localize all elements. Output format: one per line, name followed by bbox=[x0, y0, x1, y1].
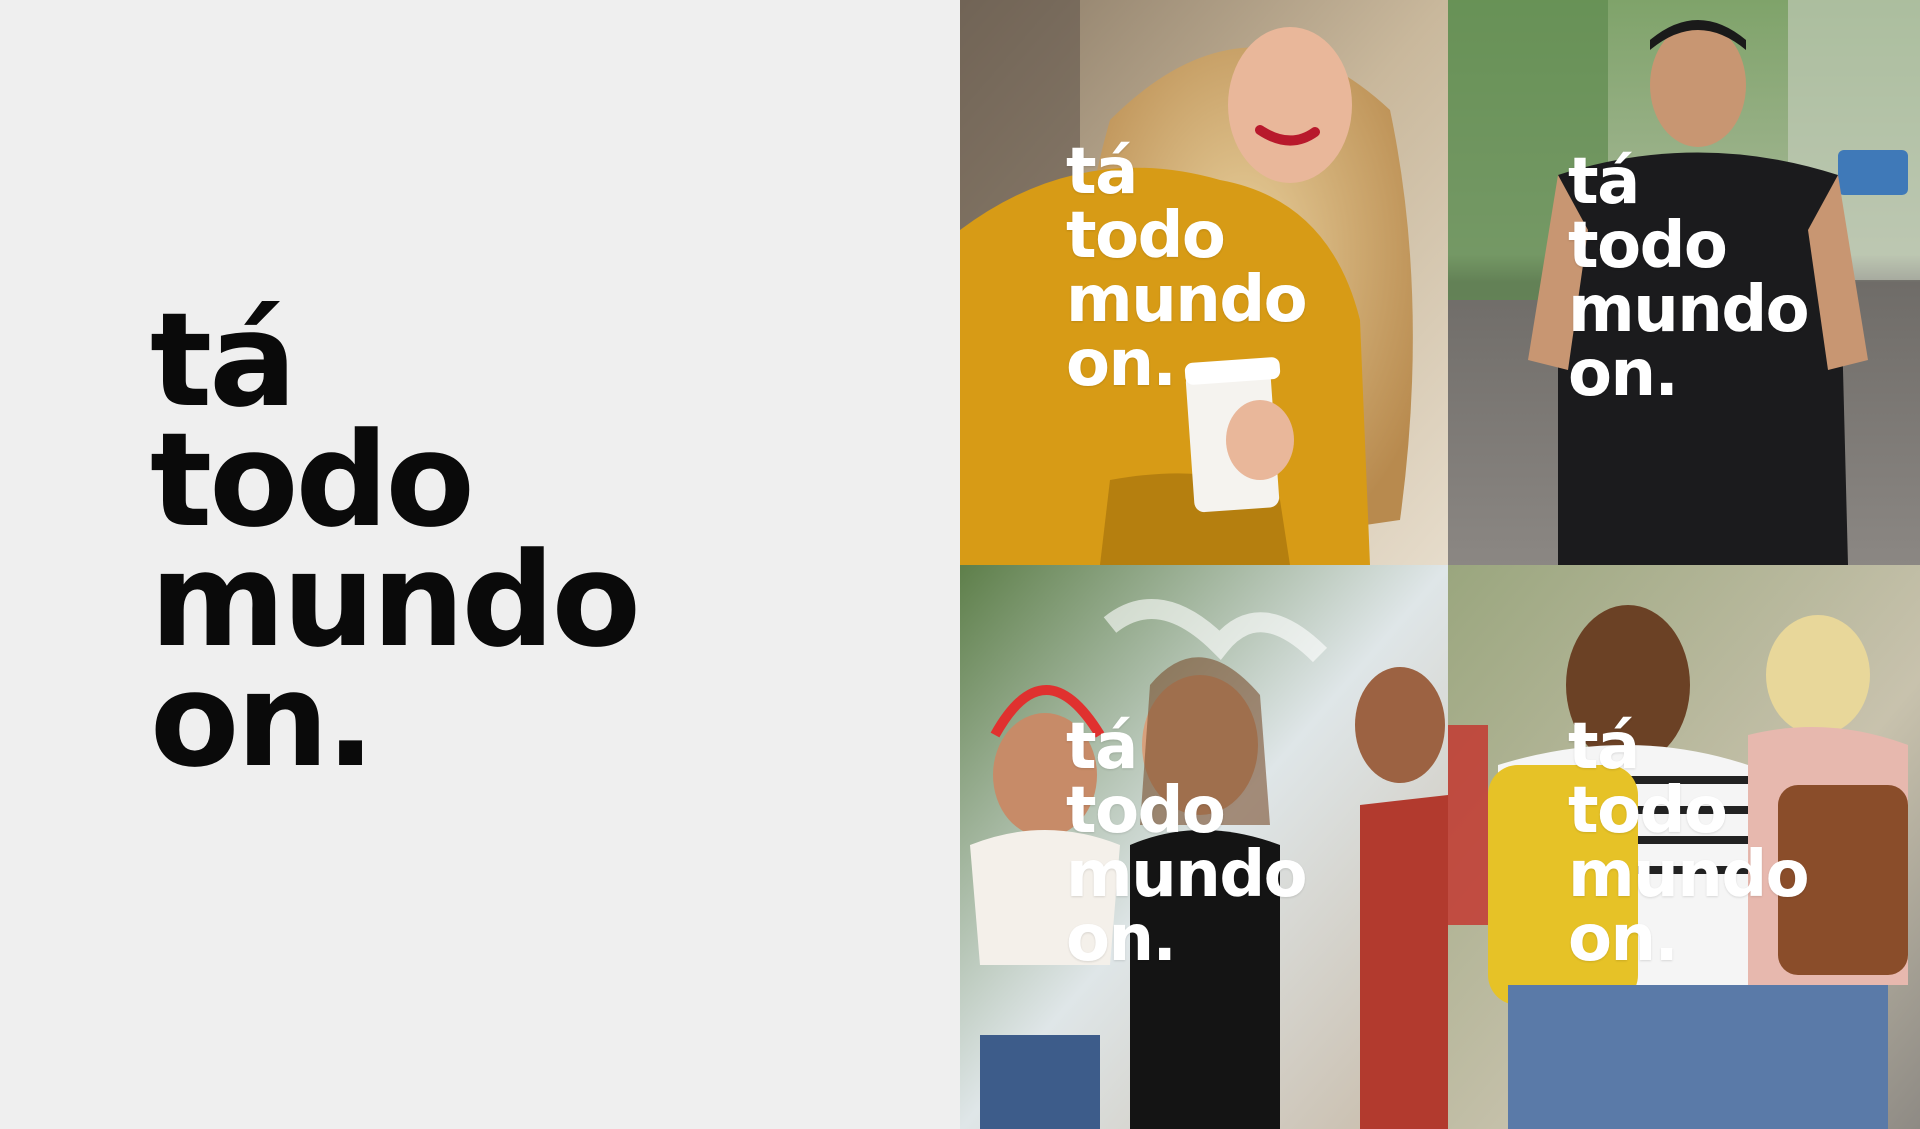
photo-tile-1: tá todo mundo on. bbox=[960, 0, 1448, 565]
tile-1-line-4: on. bbox=[1066, 327, 1177, 401]
photo-tile-2: tá todo mundo on. bbox=[1448, 0, 1920, 565]
photo-grid: tá todo mundo on. tá todo mundo on. tá t… bbox=[960, 0, 1920, 1129]
tile-1-line-3: mundo bbox=[1066, 263, 1308, 337]
tile-4-line-3: mundo bbox=[1568, 838, 1810, 912]
headline-line-1: tá bbox=[150, 284, 297, 436]
left-panel: tá todo mundo on. bbox=[0, 0, 960, 1129]
tile-2-slogan: tá todo mundo on. bbox=[1568, 145, 1810, 411]
headline-line-2: todo bbox=[150, 404, 475, 556]
photo-tile-4: tá todo mundo on. bbox=[1448, 565, 1920, 1129]
headline-line-4: on. bbox=[150, 644, 375, 796]
tile-1-line-2: todo bbox=[1066, 199, 1226, 273]
tile-4-line-1: tá bbox=[1568, 710, 1640, 784]
tile-3-line-1: tá bbox=[1066, 710, 1138, 784]
tile-3-line-4: on. bbox=[1066, 902, 1177, 976]
tile-3-slogan: tá todo mundo on. bbox=[1066, 710, 1308, 976]
tile-4-line-2: todo bbox=[1568, 774, 1728, 848]
tile-2-line-4: on. bbox=[1568, 337, 1679, 411]
tile-2-line-3: mundo bbox=[1568, 273, 1810, 347]
photo-tile-3: tá todo mundo on. bbox=[960, 565, 1448, 1129]
tile-3-line-3: mundo bbox=[1066, 838, 1308, 912]
tile-1-slogan: tá todo mundo on. bbox=[1066, 135, 1308, 401]
tile-4-line-4: on. bbox=[1568, 902, 1679, 976]
tile-2-line-2: todo bbox=[1568, 209, 1728, 283]
tile-3-line-2: todo bbox=[1066, 774, 1226, 848]
headline-line-3: mundo bbox=[150, 524, 641, 676]
tile-1-line-1: tá bbox=[1066, 135, 1138, 209]
tile-2-line-1: tá bbox=[1568, 145, 1640, 219]
tile-4-slogan: tá todo mundo on. bbox=[1568, 710, 1810, 976]
headline: tá todo mundo on. bbox=[150, 284, 641, 796]
